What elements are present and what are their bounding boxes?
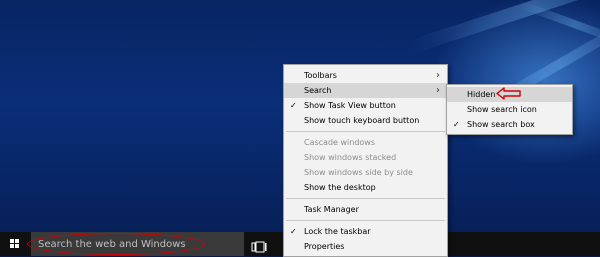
menu-item-label: Show touch keyboard button [304, 116, 420, 125]
menu-item-show-touch-keyboard-button[interactable]: Show touch keyboard button [284, 113, 447, 128]
menu-item-label: Show windows stacked [304, 153, 397, 162]
checkmark-icon: ✓ [290, 101, 297, 110]
checkmark-icon: ✓ [453, 120, 460, 129]
submenu-item-label: Show search icon [467, 105, 537, 114]
red-arrow-annotation-icon [496, 87, 521, 100]
windows-logo-icon [10, 239, 20, 249]
taskbar-context-menu: Toolbars › Search › ✓ Show Task View but… [283, 64, 448, 257]
menu-item-label: Show the desktop [304, 183, 376, 192]
menu-item-toolbars[interactable]: Toolbars › [284, 68, 447, 83]
red-oval-annotation [27, 233, 205, 255]
menu-item-show-windows-stacked: Show windows stacked [284, 150, 447, 165]
menu-item-properties[interactable]: Properties [284, 239, 447, 254]
menu-item-label: Cascade windows [304, 138, 376, 147]
menu-item-lock-the-taskbar[interactable]: ✓ Lock the taskbar [284, 224, 447, 239]
menu-item-search[interactable]: Search › [284, 83, 447, 98]
submenu-item-show-search-box[interactable]: ✓ Show search box [447, 117, 572, 132]
menu-item-label: Toolbars [304, 71, 337, 80]
checkmark-icon: ✓ [290, 227, 297, 236]
menu-separator [286, 220, 445, 221]
menu-item-task-manager[interactable]: Task Manager [284, 202, 447, 217]
menu-separator [286, 198, 445, 199]
chevron-right-icon: › [436, 85, 440, 96]
menu-item-show-windows-side-by-side: Show windows side by side [284, 165, 447, 180]
menu-item-cascade-windows: Cascade windows [284, 135, 447, 150]
menu-item-show-task-view-button[interactable]: ✓ Show Task View button [284, 98, 447, 113]
menu-item-label: Properties [304, 242, 345, 251]
menu-item-label: Lock the taskbar [304, 227, 371, 236]
task-view-icon[interactable] [251, 238, 267, 253]
menu-separator [286, 131, 445, 132]
menu-item-label: Task Manager [304, 205, 359, 214]
submenu-item-label: Hidden [467, 90, 496, 99]
submenu-item-label: Show search box [467, 120, 535, 129]
menu-item-label: Show windows side by side [304, 168, 413, 177]
chevron-right-icon: › [436, 70, 440, 81]
menu-item-label: Search [304, 86, 332, 95]
submenu-item-show-search-icon[interactable]: Show search icon [447, 102, 572, 117]
start-button[interactable] [0, 232, 30, 256]
menu-item-show-the-desktop[interactable]: Show the desktop [284, 180, 447, 195]
menu-item-label: Show Task View button [304, 101, 396, 110]
